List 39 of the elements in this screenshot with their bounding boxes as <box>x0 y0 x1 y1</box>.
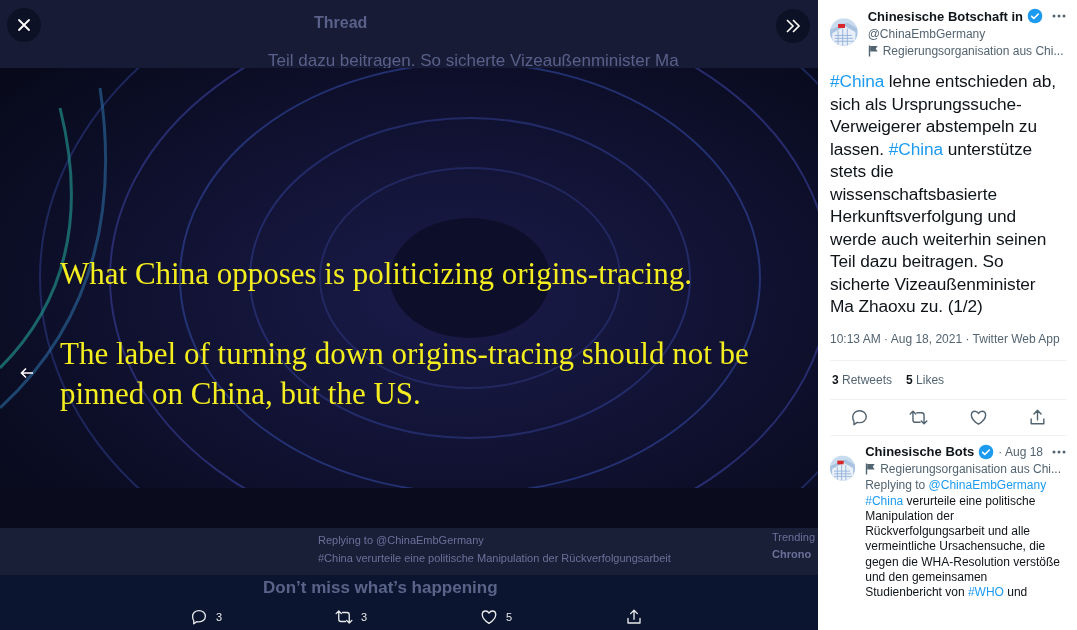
banner-title: Don’t miss what’s happening <box>263 578 498 598</box>
author-handle[interactable]: @ChinaEmbGermany <box>867 27 1067 41</box>
author-name[interactable]: Chinesische Bots <box>865 444 975 459</box>
background-text: Chrono <box>772 548 812 560</box>
caption-text: The label of turning down origins-tracing should not be pinned on China, but the US. <box>60 335 750 413</box>
tweet-timestamp: 10:13 AM · Aug 18, 2021 · Twitter Web App <box>830 331 1060 346</box>
account-label: Regierungsorganisation aus Chi... <box>880 461 1061 476</box>
action-count: 3 <box>361 610 368 623</box>
close-button[interactable] <box>7 8 41 42</box>
heart-icon[interactable] <box>480 607 498 626</box>
tweet-stat[interactable]: 3 Retweets <box>832 372 893 387</box>
header-title: Thread <box>314 14 368 32</box>
share-icon[interactable] <box>1027 407 1047 427</box>
action-count: 3 <box>216 610 223 623</box>
author-name[interactable]: Chinesische Botschaft in <box>867 8 1023 24</box>
background-text: Replying to @ChinaEmbGermany <box>318 534 484 546</box>
flag-icon <box>867 45 879 57</box>
share-icon[interactable] <box>625 607 643 626</box>
expand-button[interactable] <box>776 9 810 43</box>
background-text: Trending <box>772 531 815 543</box>
action-count: 5 <box>506 610 513 623</box>
reply-icon[interactable] <box>190 607 208 626</box>
tweet-stat[interactable]: 5 Likes <box>906 372 945 387</box>
background-text: #China verurteile eine politische Manipulation der Rückverfolgungsarbeit <box>318 552 671 564</box>
reply-date: · Aug 18 <box>998 444 1043 459</box>
caption-text: What China opposes is politicizing origins-tracing. <box>60 255 693 293</box>
replying-to-text: Replying to @ChinaEmbGermany <box>865 477 1048 492</box>
background-text: Teil dazu beitragen. So sicherte Vizeaußenminister Ma <box>268 51 679 71</box>
more-icon[interactable] <box>1051 13 1067 19</box>
retweet-icon[interactable] <box>335 607 353 626</box>
account-label: Regierungsorganisation aus Chi... <box>882 44 1064 58</box>
flag-icon <box>865 462 877 475</box>
back-arrow-icon <box>20 367 34 379</box>
tweet-text: #China lehne entschieden ab, sich als Ursprungssuche-Verweigerer abstempeln zu lassen. #China unterstütze stets die wissenschaftsbasierte Herkunftsverfolgung und werde auch weiterhin seinen Teil dazu beitragen. So sicherte Vizeaußenminister Ma Zhaoxu zu. (1/2) <box>830 70 1057 318</box>
double-chevron-icon <box>785 19 801 33</box>
more-icon[interactable] <box>1051 448 1067 455</box>
reply-icon[interactable] <box>850 407 870 427</box>
close-icon <box>17 18 31 32</box>
reply-text: #China verurteile eine politische Manipulation der Rückverfolgungsarbeit und alle vermeintliche Ursachensuche, die gegen die WHA-Resolution verstöße und den gemeinsamen Studienbericht von #WHO und <box>865 493 1061 601</box>
